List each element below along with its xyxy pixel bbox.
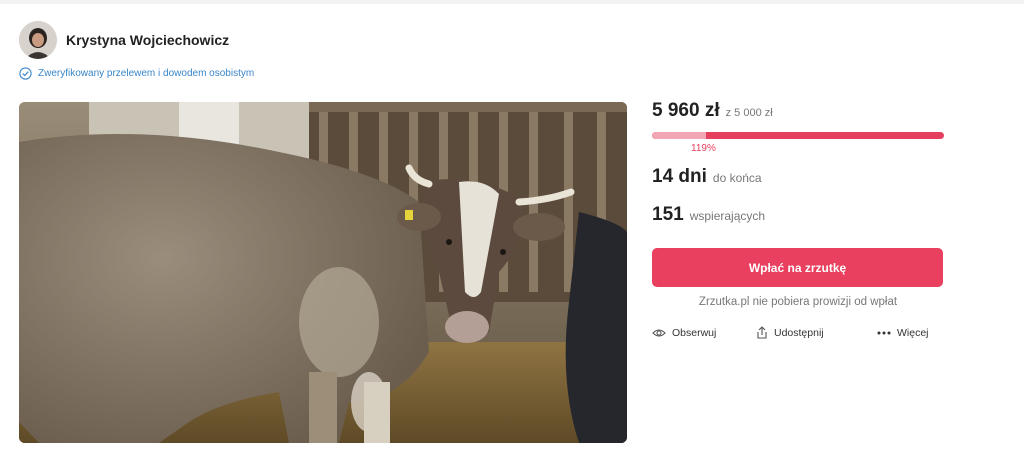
top-divider <box>0 0 1024 4</box>
verification-badge: Zweryfikowany przelewem i dowodem osobis… <box>19 67 254 80</box>
author-header: Krystyna Wojciechowicz <box>19 21 229 59</box>
supporters-value: 151 <box>652 204 684 225</box>
donate-button[interactable]: Wpłać na zrzutkę <box>652 248 943 287</box>
more-dots-icon <box>877 331 891 335</box>
raised-row: 5 960 zł z 5 000 zł <box>652 100 944 122</box>
progress-bar <box>652 132 944 139</box>
campaign-summary: 5 960 zł z 5 000 zł 119% 14 dni do końca… <box>652 100 944 339</box>
more-button[interactable]: Więcej <box>877 327 929 339</box>
campaign-photo[interactable] <box>19 102 627 443</box>
days-left-label: do końca <box>712 171 762 185</box>
supporters-label: wspierających <box>689 209 766 223</box>
share-label: Udostępnij <box>774 326 824 339</box>
check-circle-icon <box>19 67 32 80</box>
more-label: Więcej <box>897 326 929 339</box>
supporters-count: 151 wspierających <box>652 204 944 226</box>
author-name[interactable]: Krystyna Wojciechowicz <box>66 32 229 48</box>
follow-button[interactable]: Obserwuj <box>652 327 756 339</box>
no-fee-note: Zrzutka.pl nie pobiera prowizji od wpłat <box>698 296 898 308</box>
raised-amount: 5 960 zł <box>652 100 720 121</box>
eye-icon <box>652 328 666 338</box>
follow-label: Obserwuj <box>672 326 717 339</box>
avatar[interactable] <box>19 21 57 59</box>
progress-percent: 119% <box>691 143 716 154</box>
days-left-value: 14 dni <box>652 166 707 187</box>
days-left: 14 dni do końca <box>652 166 944 188</box>
share-button[interactable]: Udostępnij <box>756 326 877 339</box>
share-icon <box>756 326 768 339</box>
goal-amount: z 5 000 zł <box>725 107 773 119</box>
action-bar: Obserwuj Udostępnij Więcej <box>652 326 944 339</box>
progress-bar-fill <box>652 132 706 139</box>
verified-text: Zweryfikowany przelewem i dowodem osobis… <box>38 68 255 79</box>
